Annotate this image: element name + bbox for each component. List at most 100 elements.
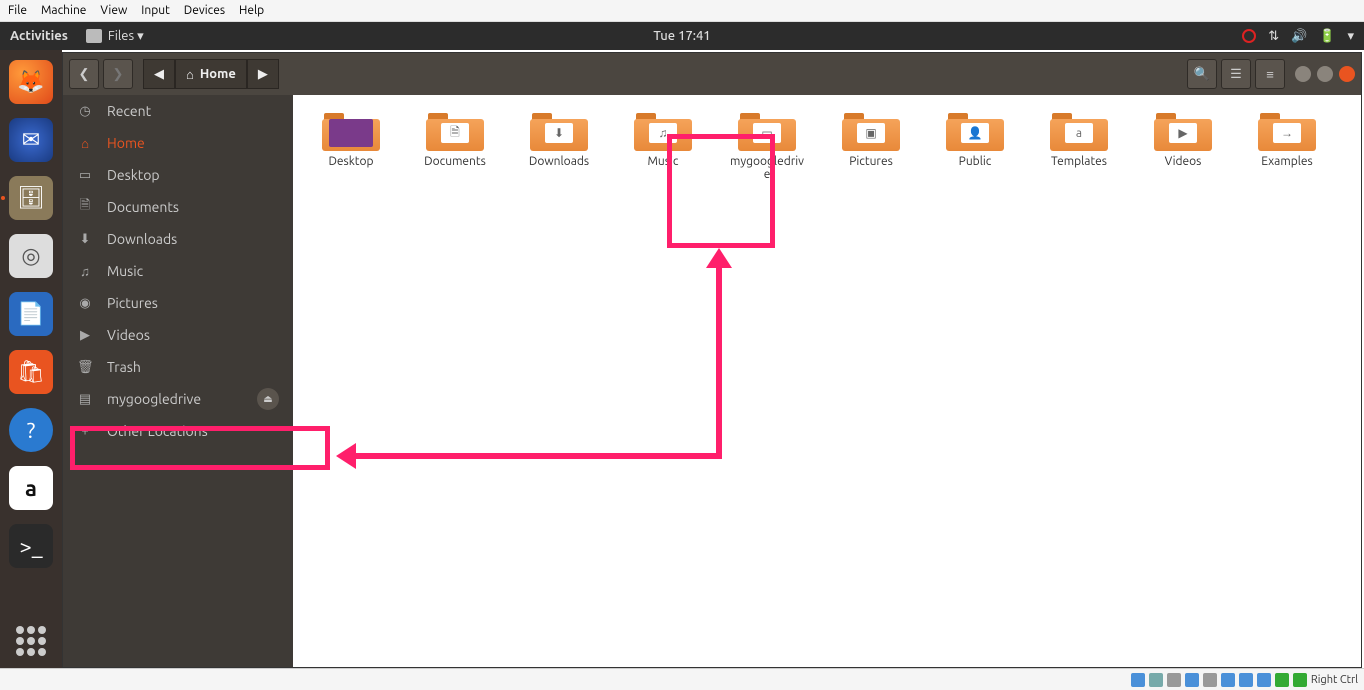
sidebar-item-home[interactable]: ⌂ Home — [63, 127, 293, 159]
sidebar-label: Downloads — [107, 231, 177, 247]
vm-menu-devices[interactable]: Devices — [184, 4, 225, 17]
folder-downloads[interactable]: ⬇Downloads — [519, 109, 599, 181]
nautilus-sidebar: ◷Recent ⌂ Home ▭ Desktop 🗎Documents⬇Downloads… — [63, 95, 293, 667]
sidebar-icon: 🗑 — [77, 360, 93, 375]
dock-amazon[interactable]: a — [9, 466, 53, 510]
sidebar-item-videos[interactable]: ▶Videos — [63, 319, 293, 351]
folder-emblem: → — [1273, 123, 1301, 143]
sidebar-item-music[interactable]: ♫Music — [63, 255, 293, 287]
sidebar-icon: ▶ — [77, 328, 93, 343]
sidebar-label: Pictures — [107, 295, 158, 311]
vm-menu-input[interactable]: Input — [141, 4, 170, 17]
folder-icon: ♫ — [634, 109, 692, 151]
folder-templates[interactable]: a Templates — [1039, 109, 1119, 181]
vm-menu-view[interactable]: View — [100, 4, 127, 17]
vm-status-icon — [1131, 673, 1145, 687]
sidebar-icon: ▭ — [77, 168, 93, 183]
vm-menu-file[interactable]: File — [8, 4, 27, 17]
folder-icon: 🗎 — [426, 109, 484, 151]
folder-examples[interactable]: → Examples — [1247, 109, 1327, 181]
folder-mygoogledrive[interactable]: ▭ mygoogledrive — [727, 109, 807, 181]
dock-software[interactable]: 🛍 — [9, 350, 53, 394]
dock-rhythmbox[interactable]: ◎ — [9, 234, 53, 278]
nautilus-content[interactable]: Desktop 🗎Documents ⬇Downloads ♫Music ▭ mygoog… — [293, 95, 1361, 667]
annotation-arrowhead-left — [336, 443, 356, 469]
sidebar-icon: ⌂ — [77, 136, 93, 151]
dock-files[interactable]: 🗄 — [9, 176, 53, 220]
sidebar-item-trash[interactable]: 🗑Trash — [63, 351, 293, 383]
annotation-arrowhead-up — [706, 248, 732, 268]
sidebar-icon: ♫ — [77, 264, 93, 279]
menu-icon: ≡ — [1266, 67, 1274, 82]
record-icon — [1242, 29, 1256, 43]
folder-label: Examples — [1261, 155, 1312, 168]
folder-label: Public — [959, 155, 992, 168]
sidebar-item-downloads[interactable]: ⬇Downloads — [63, 223, 293, 255]
vm-host-key-label: Right Ctrl — [1311, 674, 1358, 686]
vm-menu-machine[interactable]: Machine — [41, 4, 86, 17]
sidebar-item-mygoogledrive[interactable]: ▤mygoogledrive⏏ — [63, 383, 293, 415]
folder-pictures[interactable]: ▣Pictures — [831, 109, 911, 181]
list-view-icon: ☰ — [1230, 67, 1242, 82]
folder-emblem — [329, 119, 373, 147]
path-home[interactable]: ⌂ Home — [175, 59, 247, 89]
files-icon — [86, 29, 102, 43]
sidebar-icon: ▤ — [77, 392, 93, 407]
path-next[interactable]: ▶ — [247, 59, 279, 89]
search-button[interactable]: 🔍 — [1187, 59, 1217, 89]
system-tray[interactable]: ⇅ 🔊 🔋 ▾ — [1242, 29, 1354, 44]
app-menu[interactable]: Files ▾ — [86, 29, 144, 44]
sidebar-item-desktop[interactable]: ▭ Desktop — [63, 159, 293, 191]
folder-icon: → — [1258, 109, 1316, 151]
sidebar-item-documents[interactable]: 🗎Documents — [63, 191, 293, 223]
dock-firefox[interactable]: 🦊 — [9, 60, 53, 104]
sidebar-label: Recent — [107, 103, 151, 119]
sidebar-item-pictures[interactable]: ◉ Pictures — [63, 287, 293, 319]
close-button[interactable] — [1339, 66, 1355, 82]
sidebar-label: Documents — [107, 199, 179, 215]
vm-menu-help[interactable]: Help — [239, 4, 264, 17]
folder-videos[interactable]: ▶ Videos — [1143, 109, 1223, 181]
sidebar-icon: + — [77, 424, 93, 438]
home-icon: ⌂ — [186, 67, 194, 82]
dock-writer[interactable]: 📄 — [9, 292, 53, 336]
dropdown-icon: ▾ — [1347, 29, 1354, 44]
vm-status-icon — [1275, 673, 1289, 687]
vm-status-icon — [1167, 673, 1181, 687]
forward-button[interactable]: ❯ — [103, 59, 133, 89]
folder-documents[interactable]: 🗎Documents — [415, 109, 495, 181]
dock-thunderbird[interactable]: ✉ — [9, 118, 53, 162]
folder-label: Templates — [1051, 155, 1107, 168]
vm-status-icon — [1149, 673, 1163, 687]
folder-label: Videos — [1165, 155, 1202, 168]
dock-show-apps[interactable] — [16, 626, 46, 656]
hamburger-menu-button[interactable]: ≡ — [1255, 59, 1285, 89]
battery-icon: 🔋 — [1319, 29, 1335, 44]
path-prev[interactable]: ◀ — [143, 59, 175, 89]
maximize-button[interactable] — [1317, 66, 1333, 82]
dock-help[interactable]: ? — [9, 408, 53, 452]
nautilus-window: ❮ ❯ ◀ ⌂ Home ▶ 🔍 ☰ ≡ — [62, 52, 1362, 668]
folder-emblem: ▣ — [857, 123, 885, 143]
nautilus-headerbar: ❮ ❯ ◀ ⌂ Home ▶ 🔍 ☰ ≡ — [63, 53, 1361, 95]
folder-emblem: ▭ — [753, 123, 781, 143]
folder-emblem: a — [1065, 123, 1093, 143]
folder-emblem: ▶ — [1169, 123, 1197, 143]
sidebar-label: Desktop — [107, 167, 160, 183]
folder-desktop[interactable]: Desktop — [311, 109, 391, 181]
folder-music[interactable]: ♫Music — [623, 109, 703, 181]
sidebar-item-recent[interactable]: ◷Recent — [63, 95, 293, 127]
clock[interactable]: Tue 17:41 — [653, 29, 710, 43]
minimize-button[interactable] — [1295, 66, 1311, 82]
folder-label: Downloads — [529, 155, 589, 168]
folder-label: mygoogledrive — [729, 155, 805, 181]
sidebar-icon: ◉ — [77, 296, 93, 311]
activities-button[interactable]: Activities — [10, 29, 68, 43]
folder-public[interactable]: 👤Public — [935, 109, 1015, 181]
dock-terminal[interactable]: >_ — [9, 524, 53, 568]
sidebar-item-other-locations[interactable]: +Other Locations — [63, 415, 293, 447]
view-toggle-button[interactable]: ☰ — [1221, 59, 1251, 89]
eject-button[interactable]: ⏏ — [257, 388, 279, 410]
sidebar-label: Home — [107, 135, 145, 151]
back-button[interactable]: ❮ — [69, 59, 99, 89]
